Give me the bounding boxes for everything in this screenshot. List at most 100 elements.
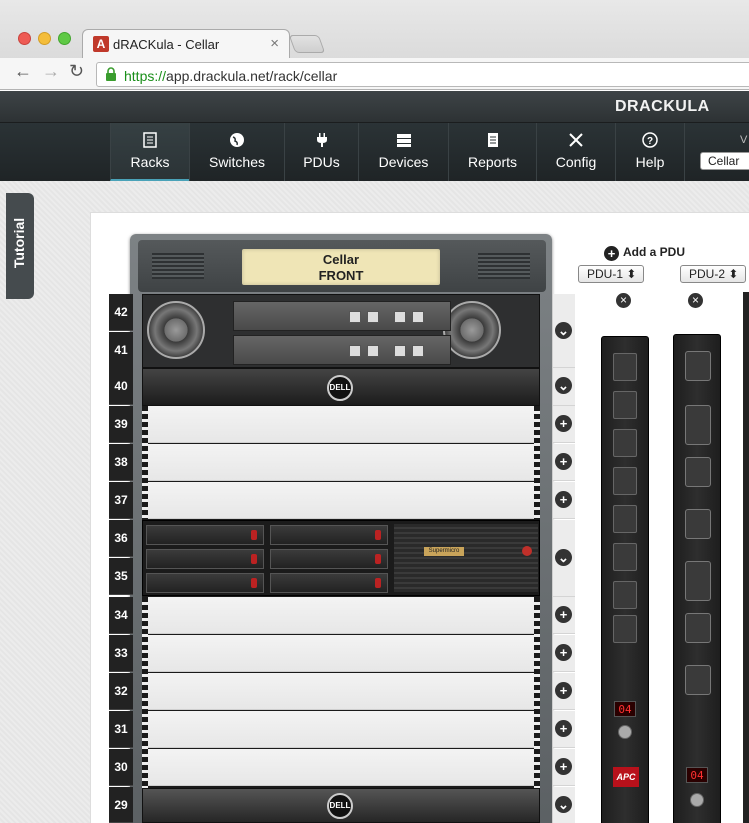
- rail-right: [534, 597, 540, 788]
- tab-title: dRACKula - Cellar: [113, 37, 220, 52]
- browser-toolbar: ← → ↻ https://app.drackula.net/rack/cell…: [0, 58, 749, 90]
- remove-pdu-icon[interactable]: ×: [688, 293, 703, 308]
- add-pdu-label: Add a PDU: [623, 245, 686, 259]
- add-device-button[interactable]: +: [553, 482, 575, 519]
- empty-slot-32[interactable]: [148, 673, 534, 710]
- pdu-3-strip[interactable]: [743, 292, 749, 823]
- tab-close-icon[interactable]: ×: [270, 35, 279, 52]
- rack-label[interactable]: Cellar FRONT: [242, 249, 440, 285]
- plus-icon: +: [555, 758, 572, 775]
- pdu-select[interactable]: PDU-2 ⬍: [680, 265, 746, 283]
- drive-bay: [146, 573, 264, 593]
- brand-logo: DRACKULA: [615, 98, 710, 115]
- plus-icon: +: [555, 682, 572, 699]
- outlet-icon[interactable]: [613, 505, 637, 533]
- outlet-icon[interactable]: [613, 467, 637, 495]
- empty-slot-30[interactable]: [148, 749, 534, 786]
- collapse-button[interactable]: ⌄: [553, 294, 575, 368]
- outlet-icon[interactable]: [613, 615, 637, 643]
- outlet-icon[interactable]: [613, 429, 637, 457]
- outlet-icon[interactable]: [685, 457, 711, 487]
- device-dell-server[interactable]: DELL: [142, 368, 540, 406]
- add-device-button[interactable]: +: [553, 444, 575, 481]
- browser-window: A dRACKula - Cellar × ← → ↻ https://app.…: [0, 0, 749, 823]
- device-storage-array[interactable]: [142, 294, 540, 368]
- outlet-icon[interactable]: [613, 391, 637, 419]
- pdu-select-value: PDU-2: [689, 267, 726, 281]
- nav-switches[interactable]: Switches: [189, 123, 284, 181]
- collapse-button[interactable]: ⌄: [553, 368, 575, 406]
- apc-logo: APC: [613, 767, 639, 787]
- pdu-1-strip[interactable]: 04 APC: [601, 336, 649, 823]
- nav-config[interactable]: Config: [536, 123, 615, 181]
- forward-arrow-icon[interactable]: →: [42, 61, 60, 82]
- rack-unit-number: 34: [109, 597, 133, 634]
- pdu-select-value: PDU-1: [587, 267, 624, 281]
- server-badge: Supermicro: [424, 547, 464, 556]
- collapse-button[interactable]: ⌄: [553, 520, 575, 597]
- collapse-button[interactable]: ⌄: [553, 787, 575, 823]
- rack-select[interactable]: Cellar: [700, 152, 749, 170]
- tutorial-label: Tutorial: [11, 217, 27, 269]
- chevron-down-icon: ⌄: [555, 322, 572, 339]
- empty-slot-31[interactable]: [148, 711, 534, 748]
- empty-slot-33[interactable]: [148, 635, 534, 672]
- nav-reports[interactable]: Reports: [448, 123, 536, 181]
- remove-pdu-icon[interactable]: ×: [616, 293, 631, 308]
- ethernet-port-icon: [349, 345, 361, 357]
- empty-slot-39[interactable]: [148, 406, 534, 443]
- outlet-icon[interactable]: [685, 405, 711, 445]
- window-maximize-button[interactable]: [58, 32, 71, 45]
- window-close-button[interactable]: [18, 32, 31, 45]
- nav-label: PDUs: [303, 154, 340, 170]
- rack-unit-number: 32: [109, 673, 133, 710]
- nav-racks[interactable]: Racks: [110, 123, 189, 181]
- add-pdu-button[interactable]: + Add a PDU: [604, 245, 685, 261]
- outlet-icon[interactable]: [685, 509, 711, 539]
- url-path: app.drackula.net/rack/cellar: [166, 68, 338, 84]
- fan-icon: [147, 301, 205, 359]
- nav-devices[interactable]: Devices: [358, 123, 448, 181]
- selector-label: V: [740, 134, 748, 146]
- outlet-icon[interactable]: [613, 353, 637, 381]
- plus-icon: +: [555, 606, 572, 623]
- server-icon: [396, 134, 411, 147]
- main-nav: Racks Switches PDUs Devices Reports Conf…: [0, 123, 749, 181]
- plug-icon: [316, 133, 327, 147]
- device-dell-storage[interactable]: DELL: [142, 788, 540, 823]
- rail-right: [534, 406, 540, 520]
- empty-slot-34[interactable]: [148, 597, 534, 634]
- plus-icon: +: [555, 720, 572, 737]
- add-device-button[interactable]: +: [553, 749, 575, 786]
- address-bar[interactable]: https://app.drackula.net/rack/cellar: [96, 62, 749, 87]
- lock-icon: [106, 67, 116, 81]
- add-device-button[interactable]: +: [553, 711, 575, 748]
- outlet-icon[interactable]: [685, 665, 711, 695]
- outlet-icon[interactable]: [685, 351, 711, 381]
- add-device-button[interactable]: +: [553, 635, 575, 672]
- pdu-display: 04: [686, 767, 708, 783]
- new-tab-button[interactable]: [288, 35, 326, 53]
- empty-slot-38[interactable]: [148, 444, 534, 481]
- pdu-2-strip[interactable]: 04: [673, 334, 721, 823]
- back-arrow-icon[interactable]: ←: [14, 61, 32, 82]
- nav-help[interactable]: ? Help: [615, 123, 684, 181]
- outlet-icon[interactable]: [685, 613, 711, 643]
- tutorial-tab[interactable]: Tutorial: [6, 193, 34, 299]
- window-minimize-button[interactable]: [38, 32, 51, 45]
- nav-pdus[interactable]: PDUs: [284, 123, 358, 181]
- chevron-down-icon: ⌄: [555, 796, 572, 813]
- pdu-select[interactable]: PDU-1 ⬍: [578, 265, 644, 283]
- reload-icon[interactable]: ↻: [69, 61, 84, 82]
- rack-unit-number: 41: [109, 332, 133, 369]
- outlet-icon[interactable]: [613, 543, 637, 571]
- url-protocol: https://: [124, 68, 167, 84]
- add-device-button[interactable]: +: [553, 673, 575, 710]
- add-device-button[interactable]: +: [553, 406, 575, 443]
- outlet-icon[interactable]: [685, 561, 711, 601]
- empty-slot-37[interactable]: [148, 482, 534, 519]
- ethernet-port-icon: [412, 311, 424, 323]
- add-device-button[interactable]: +: [553, 597, 575, 634]
- browser-tab[interactable]: A dRACKula - Cellar ×: [82, 29, 290, 59]
- outlet-icon[interactable]: [613, 581, 637, 609]
